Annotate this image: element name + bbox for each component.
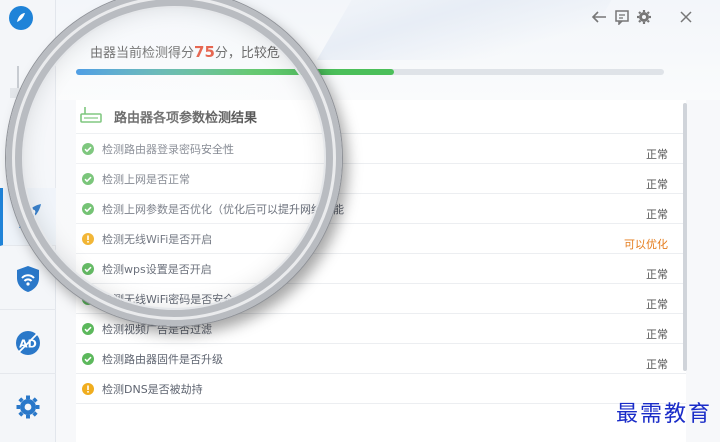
shield-wifi-icon [14,264,42,298]
close-icon[interactable] [677,8,695,26]
result-row: 检测路由器固件是否升级 正常 [76,344,686,374]
result-row-label: 检测wps设置是否开启 [102,262,212,276]
result-row: 检测视频广告是否过滤 正常 [76,314,686,344]
results-scrollbar[interactable] [683,103,687,371]
result-row-status: 正常 [646,298,668,311]
result-row-status: 正常 [646,148,668,161]
sidebar-item-settings[interactable] [0,380,56,438]
result-row-status: 正常 [646,268,668,281]
check-circle-icon [82,142,94,155]
sidebar-item-speedup[interactable] [0,188,56,246]
watermark: 最需教育 [615,402,712,427]
check-circle-icon [82,172,94,185]
check-circle-icon [82,322,94,335]
score-progress-fill [76,69,394,75]
result-row: 检测DNS是否被劫持 [76,374,686,404]
score-summary: 由器当前检测得分75分，比较危 [90,42,280,61]
result-row-label: 检测路由器登录密码安全性 [102,142,234,156]
result-row: 检测上网参数是否优化（优化后可以提升网络性能 正常 [76,194,686,224]
result-row-status: 正常 [646,208,668,221]
result-row-label: 检测视频广告是否过滤 [102,322,212,336]
check-circle-icon [82,262,94,275]
results-panel-title: 路由器各项参数检测结果 [114,111,258,126]
check-circle-icon [82,292,94,305]
score-value: 75 [194,43,215,61]
warning-icon [82,232,94,245]
result-row-label: 检测DNS是否被劫持 [102,382,203,396]
router-antenna-icon [8,64,38,104]
check-circle-icon [82,202,94,215]
result-row-status[interactable]: 可以优化 [624,236,668,252]
result-row-status: 正常 [646,178,668,191]
sidebar: AD [0,0,56,442]
gear-icon [15,394,41,424]
feedback-icon[interactable] [613,8,631,26]
check-circle-icon [82,352,94,365]
result-row-status: 正常 [646,358,668,371]
result-row: 检测路由器登录密码安全性 正常 [76,134,686,164]
score-prefix: 由器当前检测得分 [90,46,195,61]
result-row-label: 检测路由器固件是否升级 [102,352,223,366]
settings-gear-icon[interactable] [635,8,653,26]
result-row: 检测上网是否正常 正常 [76,164,686,194]
score-progress-bar [76,69,664,75]
result-row-label: 检测无线WiFi密码是否安全 [102,292,235,306]
result-row: 检测无线WiFi是否开启 可以优化 [76,224,686,254]
result-row: 检测无线WiFi密码是否安全 正常 [76,284,686,314]
result-row-label: 检测上网参数是否优化（优化后可以提升网络性能 [102,202,344,216]
rocket-icon [15,200,45,234]
sidebar-item-wifi-security[interactable] [0,252,56,310]
results-panel: 路由器各项参数检测结果 检测路由器登录密码安全性 正常 检测上网是否正常 正常 检测上网… [76,100,686,442]
result-row: 检测wps设置是否开启 正常 [76,254,686,284]
ad-block-icon: AD [14,329,42,361]
back-icon[interactable] [590,8,608,26]
header-decoration [316,0,624,60]
app-window: AD 由器当前检测得分75分，比较危 路由器各项参数检测结果 检测路由器登录密码… [0,0,720,442]
result-row-label: 检测无线WiFi是否开启 [102,232,213,246]
app-logo-icon [9,6,33,30]
warning-icon [82,382,94,395]
router-icon [80,106,102,128]
score-suffix: 分，比较危 [214,46,280,61]
result-row-status: 正常 [646,328,668,341]
results-panel-header: 路由器各项参数检测结果 [76,100,686,134]
sidebar-item-ad-block[interactable]: AD [0,316,56,374]
result-row-label: 检测上网是否正常 [102,172,190,186]
